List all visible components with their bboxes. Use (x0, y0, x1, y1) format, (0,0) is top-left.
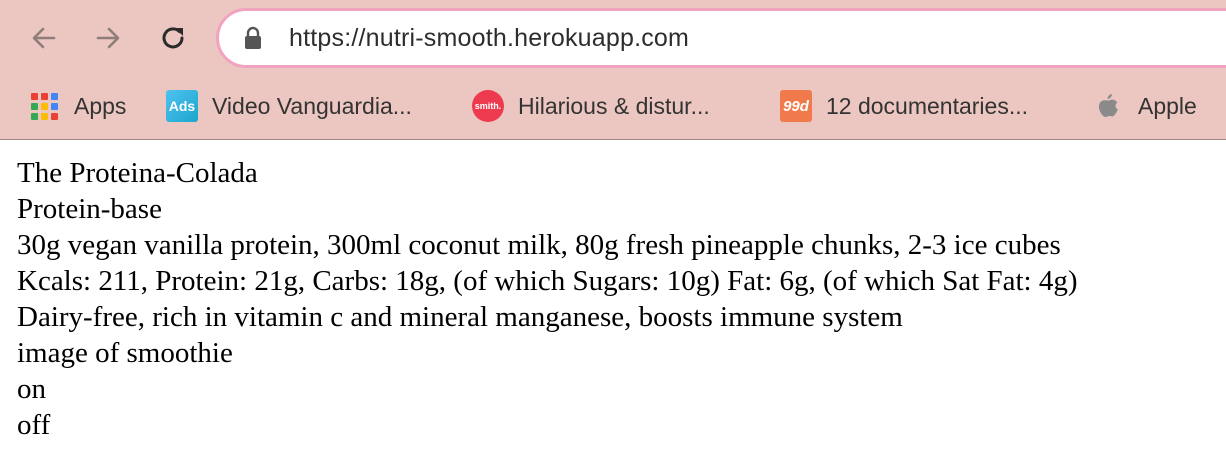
back-arrow-icon (32, 27, 56, 49)
forward-button[interactable] (90, 20, 126, 56)
apps-grid-icon (28, 90, 60, 122)
apple-icon (1092, 90, 1124, 122)
bookmark-label: Apple (1138, 92, 1197, 119)
bookmarks-bar: Apps Ads Video Vanguardia... smith. Hila… (0, 82, 1226, 130)
page-content: The Proteina-Colada Protein-base 30g veg… (17, 155, 1217, 443)
bookmark-label: 12 documentaries... (826, 92, 1029, 119)
bookmark-documentaries[interactable]: 99d 12 documentaries... (780, 90, 1028, 122)
back-button[interactable] (26, 20, 62, 56)
99d-icon: 99d (780, 90, 812, 122)
bookmark-apple[interactable]: Apple (1092, 90, 1197, 122)
bookmark-label: Video Vanguardia... (212, 92, 412, 119)
smoothie-nutrition: Kcals: 211, Protein: 21g, Carbs: 18g, (o… (17, 265, 1078, 297)
smoothie-ingredients: 30g vegan vanilla protein, 300ml coconut… (17, 229, 1061, 261)
reload-icon (162, 27, 184, 49)
smoothie-base: Protein-base (17, 193, 162, 225)
smoothie-title: The Proteina-Colada (17, 157, 258, 189)
bookmark-apps[interactable]: Apps (28, 90, 126, 122)
lock-icon (245, 26, 261, 49)
ads-icon: Ads (166, 90, 198, 122)
bookmark-hilarious[interactable]: smith. Hilarious & distur... (472, 90, 710, 122)
bookmark-label: Apps (74, 92, 127, 119)
url-text: https://nutri-smooth.herokuapp.com (289, 23, 690, 52)
forward-arrow-icon (96, 27, 120, 49)
browser-toolbar: https://nutri-smooth.herokuapp.com Apps … (0, 0, 1226, 140)
smoothie-image-alt: image of smoothie (17, 337, 233, 369)
toggle-on[interactable]: on (17, 371, 1217, 407)
smoothie-benefits: Dairy-free, rich in vitamin c and minera… (17, 301, 903, 333)
toggle-off[interactable]: off (17, 407, 1217, 443)
reload-button[interactable] (155, 20, 191, 56)
smith-icon: smith. (472, 90, 504, 122)
bookmark-label: Hilarious & distur... (518, 92, 710, 119)
address-bar[interactable]: https://nutri-smooth.herokuapp.com (216, 8, 1226, 68)
bookmark-video-vanguardia[interactable]: Ads Video Vanguardia... (166, 90, 412, 122)
